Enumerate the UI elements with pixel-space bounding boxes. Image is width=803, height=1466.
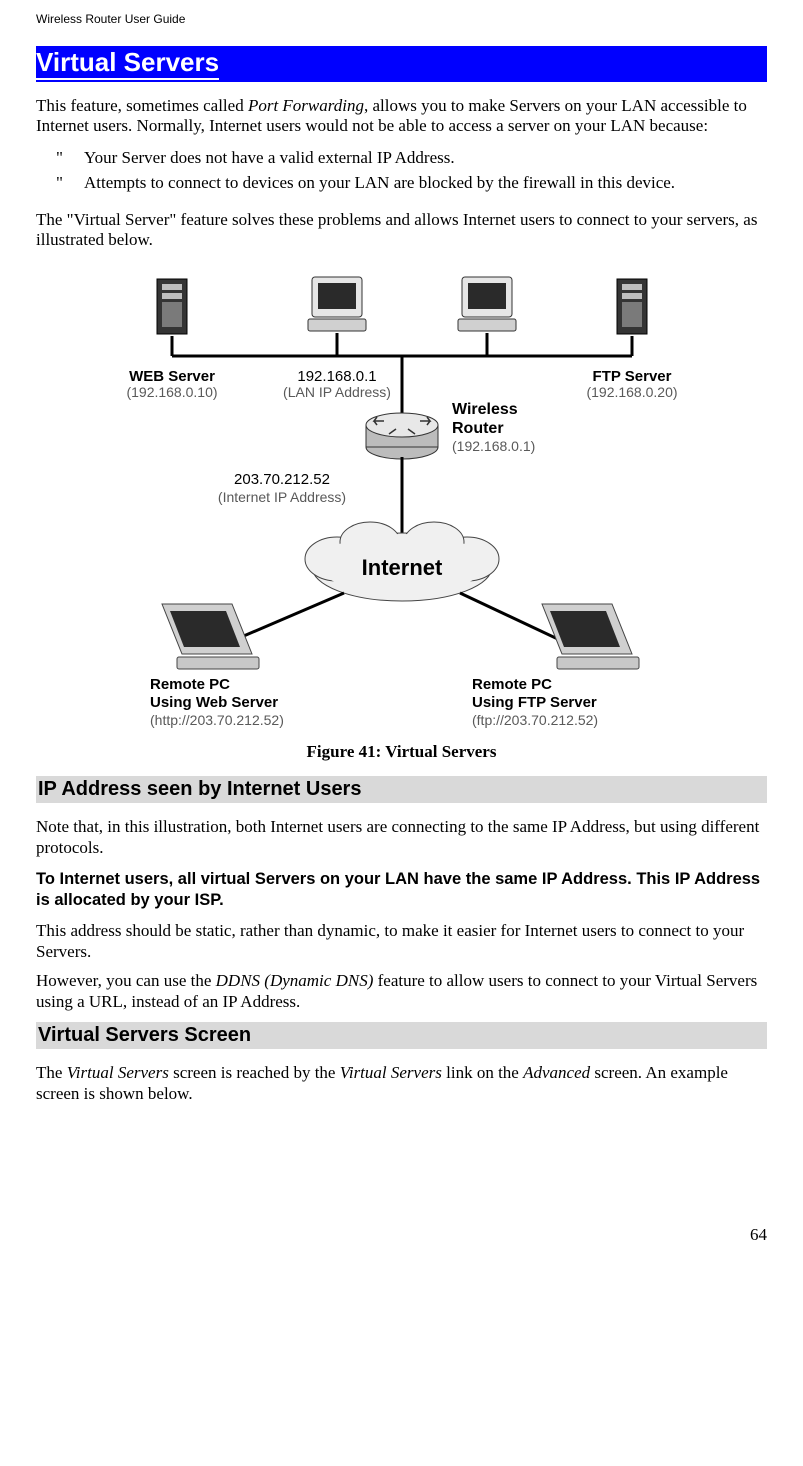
remote-left-l2: Using Web Server [150, 694, 278, 711]
list-item: Attempts to connect to devices on your L… [84, 170, 767, 195]
figure-virtual-servers: WEB Server (192.168.0.10) 192.168.0.1 (L… [36, 259, 767, 734]
list-item: Your Server does not have a valid extern… [84, 145, 767, 170]
remote-left-url: (http://203.70.212.52) [150, 712, 284, 728]
text: The [36, 1063, 67, 1082]
sub1-p3: However, you can use the DDNS (Dynamic D… [36, 971, 767, 1012]
text: However, you can use the [36, 971, 216, 990]
router-icon [366, 413, 438, 459]
ftp-server-icon [617, 279, 647, 334]
intro-paragraph-1: This feature, sometimes called Port Forw… [36, 96, 767, 137]
text: This feature, sometimes called [36, 96, 248, 115]
running-header: Wireless Router User Guide [36, 0, 767, 46]
lan-ip-label: 192.168.0.1 [297, 368, 376, 385]
text: screen is reached by the [169, 1063, 340, 1082]
inet-ip-sub: (Internet IP Address) [217, 489, 345, 505]
term: Virtual Servers [67, 1063, 169, 1082]
router-ip: (192.168.0.1) [452, 438, 535, 454]
remote-left-l1: Remote PC [150, 676, 230, 693]
text: link on the [442, 1063, 523, 1082]
section-title: Virtual Servers [36, 48, 219, 80]
network-diagram-svg: WEB Server (192.168.0.10) 192.168.0.1 (L… [122, 259, 682, 729]
web-server-icon [157, 279, 187, 334]
remote-right-l2: Using FTP Server [472, 694, 597, 711]
sub1-p1: Note that, in this illustration, both In… [36, 817, 767, 858]
remote-right-url: (ftp://203.70.212.52) [472, 712, 598, 728]
subhead-ip-address: IP Address seen by Internet Users [36, 776, 767, 803]
section-banner: Virtual Servers [36, 46, 767, 82]
sub1-callout: To Internet users, all virtual Servers o… [36, 869, 767, 912]
ftp-server-label: FTP Server [592, 368, 671, 385]
web-server-ip: (192.168.0.10) [126, 384, 217, 400]
sub1-p2: This address should be static, rather th… [36, 921, 767, 962]
internet-label: Internet [361, 555, 442, 580]
router-label-2: Router [452, 420, 504, 437]
port-forwarding-term: Port Forwarding [248, 96, 364, 115]
remote-pc-left-icon [162, 604, 259, 669]
figure-caption: Figure 41: Virtual Servers [36, 742, 767, 762]
remote-pc-right-icon [542, 604, 639, 669]
subhead-vs-screen: Virtual Servers Screen [36, 1022, 767, 1049]
sub2-p1: The Virtual Servers screen is reached by… [36, 1063, 767, 1104]
intro-paragraph-2: The "Virtual Server" feature solves thes… [36, 210, 767, 251]
router-label-1: Wireless [452, 401, 518, 418]
ftp-server-ip: (192.168.0.20) [586, 384, 677, 400]
term: Virtual Servers [340, 1063, 442, 1082]
lan-pc-icon [458, 277, 516, 331]
lan-ip-sub: (LAN IP Address) [283, 384, 391, 400]
ddns-term: DDNS (Dynamic DNS) [216, 971, 374, 990]
remote-right-l1: Remote PC [472, 676, 552, 693]
reason-list: Your Server does not have a valid extern… [36, 145, 767, 196]
lan-pc-icon [308, 277, 366, 331]
page-number: 64 [36, 1225, 767, 1263]
term: Advanced [523, 1063, 590, 1082]
web-server-label: WEB Server [129, 368, 215, 385]
inet-ip-label: 203.70.212.52 [234, 471, 330, 488]
